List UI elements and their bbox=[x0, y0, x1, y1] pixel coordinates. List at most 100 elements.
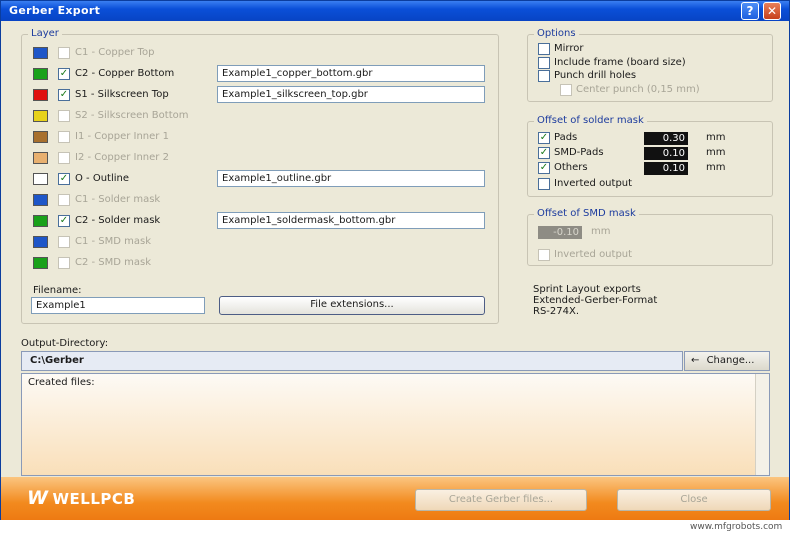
layer-filename-input[interactable]: Example1_silkscreen_top.gbr bbox=[217, 86, 485, 103]
layer-label: C2 - Copper Bottom bbox=[75, 68, 175, 79]
layer-row: C1 - SMD mask bbox=[33, 236, 493, 250]
footer-bar: W WELLPCB Create Gerber files... Close bbox=[1, 477, 789, 520]
info-text: Sprint Layout exports Extended-Gerber-Fo… bbox=[533, 284, 657, 317]
layer-label: S2 - Silkscreen Bottom bbox=[75, 110, 189, 121]
smd-offset-unit: mm bbox=[591, 226, 611, 237]
layer-label: C1 - Copper Top bbox=[75, 47, 155, 58]
layer-label: C1 - SMD mask bbox=[75, 236, 152, 247]
layer-label: I2 - Copper Inner 2 bbox=[75, 152, 169, 163]
layer-label: C2 - Solder mask bbox=[75, 215, 161, 226]
layer-label: C2 - SMD mask bbox=[75, 257, 152, 268]
punch-drill-label: Punch drill holes bbox=[554, 70, 637, 81]
include-frame-checkbox[interactable] bbox=[538, 57, 550, 69]
solder-offset-legend: Offset of solder mask bbox=[534, 115, 647, 126]
filename-input[interactable]: Example1 bbox=[31, 297, 205, 314]
layer-color-swatch bbox=[33, 68, 48, 80]
info-line: RS-274X. bbox=[533, 306, 580, 317]
create-gerber-button[interactable]: Create Gerber files... bbox=[415, 489, 587, 511]
layer-row: I2 - Copper Inner 2 bbox=[33, 152, 493, 166]
change-button-label: Change... bbox=[706, 355, 755, 366]
layer-color-swatch bbox=[33, 152, 48, 164]
layer-checkbox[interactable]: ✓ bbox=[58, 173, 70, 185]
smd-inverted-checkbox bbox=[538, 249, 550, 261]
layer-checkbox[interactable] bbox=[58, 110, 70, 122]
layer-checkbox[interactable] bbox=[58, 257, 70, 269]
smd-offset-legend: Offset of SMD mask bbox=[534, 208, 639, 219]
solder-inverted-checkbox[interactable] bbox=[538, 178, 550, 190]
close-button[interactable]: Close bbox=[617, 489, 771, 511]
close-icon[interactable]: ✕ bbox=[763, 2, 781, 20]
solder-offset-checkbox[interactable]: ✓ bbox=[538, 147, 550, 159]
layer-checkbox[interactable] bbox=[58, 152, 70, 164]
layer-checkbox[interactable]: ✓ bbox=[58, 215, 70, 227]
layer-color-swatch bbox=[33, 131, 48, 143]
solder-offset-value[interactable]: 0.30 bbox=[644, 132, 688, 145]
layer-row: ✓ O - Outline Example1_outline.gbr bbox=[33, 170, 493, 187]
layer-row: ✓ C2 - Copper Bottom Example1_copper_botto… bbox=[33, 65, 493, 82]
layer-checkbox[interactable] bbox=[58, 47, 70, 59]
layer-color-swatch bbox=[33, 89, 48, 101]
smd-inverted-label: Inverted output bbox=[554, 249, 633, 260]
layer-color-swatch bbox=[33, 236, 48, 248]
layer-row: ✓ C2 - Solder mask Example1_soldermask_bot… bbox=[33, 212, 493, 229]
layer-row: ✓ S1 - Silkscreen Top Example1_silkscreen_… bbox=[33, 86, 493, 103]
layer-row: C1 - Solder mask bbox=[33, 194, 493, 208]
layer-filename-input[interactable]: Example1_copper_bottom.gbr bbox=[217, 65, 485, 82]
center-punch-label: Center punch (0,15 mm) bbox=[576, 84, 700, 95]
layer-filename-input[interactable]: Example1_soldermask_bottom.gbr bbox=[217, 212, 485, 229]
mirror-label: Mirror bbox=[554, 43, 584, 54]
created-files-area[interactable]: Created files: bbox=[21, 373, 770, 476]
wellpcb-logo-icon: W bbox=[27, 487, 49, 509]
watermark: www.mfgrobots.com bbox=[690, 522, 783, 532]
layer-checkbox[interactable]: ✓ bbox=[58, 68, 70, 80]
center-punch-checkbox bbox=[560, 84, 572, 96]
layer-color-swatch bbox=[33, 47, 48, 59]
solder-offset-value[interactable]: 0.10 bbox=[644, 162, 688, 175]
created-files-scrollbar[interactable] bbox=[755, 374, 769, 475]
solder-inverted-label: Inverted output bbox=[554, 178, 633, 189]
layer-color-swatch bbox=[33, 257, 48, 269]
solder-offset-unit: mm bbox=[706, 162, 726, 173]
layer-row: C1 - Copper Top bbox=[33, 47, 493, 61]
include-frame-label: Include frame (board size) bbox=[554, 57, 686, 68]
logo-text: WELLPCB bbox=[52, 490, 136, 508]
layer-color-swatch bbox=[33, 110, 48, 122]
gerber-export-dialog: Gerber Export ? ✕ Layer C1 - Copper Top ✓… bbox=[0, 0, 790, 520]
help-icon[interactable]: ? bbox=[741, 2, 759, 20]
window-title: Gerber Export bbox=[9, 4, 101, 17]
wellpcb-logo: W WELLPCB bbox=[27, 487, 135, 509]
layer-checkbox[interactable] bbox=[58, 236, 70, 248]
arrow-left-icon: ← bbox=[691, 355, 700, 366]
layer-row: S2 - Silkscreen Bottom bbox=[33, 110, 493, 124]
solder-offset-label: SMD-Pads bbox=[554, 147, 604, 158]
layer-checkbox[interactable] bbox=[58, 194, 70, 206]
layer-label: I1 - Copper Inner 1 bbox=[75, 131, 169, 142]
file-extensions-button[interactable]: File extensions... bbox=[219, 296, 485, 315]
mirror-checkbox[interactable] bbox=[538, 43, 550, 55]
layer-label: S1 - Silkscreen Top bbox=[75, 89, 169, 100]
options-legend: Options bbox=[534, 28, 579, 39]
solder-offset-checkbox[interactable]: ✓ bbox=[538, 162, 550, 174]
layer-color-swatch bbox=[33, 215, 48, 227]
solder-offset-unit: mm bbox=[706, 147, 726, 158]
solder-offset-label: Others bbox=[554, 162, 588, 173]
solder-offset-value[interactable]: 0.10 bbox=[644, 147, 688, 160]
layer-group-legend: Layer bbox=[28, 28, 62, 39]
title-bar: Gerber Export bbox=[1, 1, 789, 21]
output-directory-label: Output-Directory: bbox=[21, 338, 109, 349]
layer-checkbox[interactable]: ✓ bbox=[58, 89, 70, 101]
change-directory-button[interactable]: ← Change... bbox=[684, 351, 770, 371]
solder-offset-checkbox[interactable]: ✓ bbox=[538, 132, 550, 144]
layer-filename-input[interactable]: Example1_outline.gbr bbox=[217, 170, 485, 187]
smd-offset-value: -0.10 bbox=[538, 226, 582, 239]
layer-checkbox[interactable] bbox=[58, 131, 70, 143]
info-line: Extended-Gerber-Format bbox=[533, 295, 658, 306]
punch-drill-checkbox[interactable] bbox=[538, 70, 550, 82]
layer-color-swatch bbox=[33, 173, 48, 185]
solder-offset-label: Pads bbox=[554, 132, 578, 143]
layer-row: I1 - Copper Inner 1 bbox=[33, 131, 493, 145]
created-files-label: Created files: bbox=[28, 377, 95, 388]
layer-label: O - Outline bbox=[75, 173, 130, 184]
output-directory-path: C:\Gerber bbox=[21, 351, 683, 371]
layer-label: C1 - Solder mask bbox=[75, 194, 161, 205]
